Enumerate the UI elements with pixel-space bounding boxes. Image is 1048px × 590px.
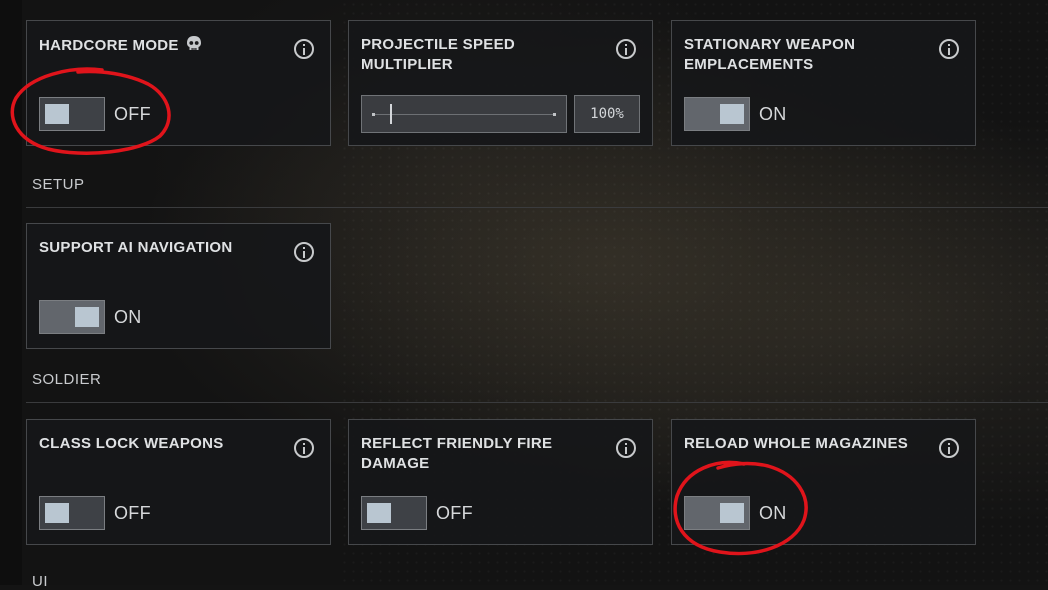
toggle-knob[interactable] <box>75 307 99 327</box>
support-ai-toggle[interactable]: ON <box>39 300 142 334</box>
section-divider <box>26 402 1048 403</box>
info-icon[interactable] <box>616 39 636 59</box>
toggle-state-label: OFF <box>114 502 151 523</box>
slider-rail <box>374 114 554 115</box>
toggle-state-label: ON <box>114 306 142 327</box>
toggle-knob[interactable] <box>720 503 744 523</box>
card-reload-magazines: RELOAD WHOLE MAGAZINES ON <box>671 419 976 545</box>
toggle-knob[interactable] <box>720 104 744 124</box>
card-hardcore-mode: HARDCORE MODE OFF <box>26 20 331 146</box>
section-title-ui: UI <box>32 573 48 590</box>
left-rail <box>0 0 22 585</box>
info-icon[interactable] <box>294 438 314 458</box>
card-title: CLASS LOCK WEAPONS <box>39 435 224 452</box>
toggle-track[interactable] <box>39 300 105 334</box>
card-title: REFLECT FRIENDLY FIRE DAMAGE <box>361 435 553 472</box>
card-stationary-weapon: STATIONARY WEAPON EMPLACEMENTS ON <box>671 20 976 146</box>
toggle-knob[interactable] <box>45 503 69 523</box>
toggle-state-label: ON <box>759 103 787 124</box>
slider-value-display: 100% <box>574 95 640 133</box>
hardcore-mode-toggle[interactable]: OFF <box>39 97 151 131</box>
section-divider <box>26 207 1048 208</box>
toggle-track[interactable] <box>39 496 105 530</box>
slider-max-marker <box>553 113 556 116</box>
section-title-soldier: SOLDIER <box>32 371 102 388</box>
info-icon[interactable] <box>616 438 636 458</box>
card-class-lock: CLASS LOCK WEAPONS OFF <box>26 419 331 545</box>
card-support-ai: SUPPORT AI NAVIGATION ON <box>26 223 331 349</box>
toggle-track[interactable] <box>39 97 105 131</box>
toggle-track[interactable] <box>684 97 750 131</box>
card-reflect-friendly-fire: REFLECT FRIENDLY FIRE DAMAGE OFF <box>348 419 653 545</box>
toggle-state-label: OFF <box>114 103 151 124</box>
toggle-state-label: ON <box>759 502 787 523</box>
toggle-knob[interactable] <box>367 503 391 523</box>
info-icon[interactable] <box>294 39 314 59</box>
toggle-state-label: OFF <box>436 502 473 523</box>
toggle-track[interactable] <box>684 496 750 530</box>
card-title: PROJECTILE SPEED MULTIPLIER <box>361 36 516 73</box>
info-icon[interactable] <box>939 438 959 458</box>
class-lock-toggle[interactable]: OFF <box>39 496 151 530</box>
stationary-weapon-toggle[interactable]: ON <box>684 97 787 131</box>
projectile-speed-slider[interactable] <box>361 95 567 133</box>
reload-magazines-toggle[interactable]: ON <box>684 496 787 530</box>
card-title: HARDCORE MODE <box>39 37 179 54</box>
slider-thumb[interactable] <box>390 104 393 124</box>
info-icon[interactable] <box>939 39 959 59</box>
skull-icon <box>185 35 203 53</box>
toggle-knob[interactable] <box>45 104 69 124</box>
toggle-track[interactable] <box>361 496 427 530</box>
card-projectile-speed: PROJECTILE SPEED MULTIPLIER 100% <box>348 20 653 146</box>
slider-min-marker <box>372 113 375 116</box>
section-title-setup: SETUP <box>32 176 85 193</box>
reflect-friendly-fire-toggle[interactable]: OFF <box>361 496 473 530</box>
card-title: STATIONARY WEAPON EMPLACEMENTS <box>684 36 856 73</box>
info-icon[interactable] <box>294 242 314 262</box>
card-title: SUPPORT AI NAVIGATION <box>39 239 233 256</box>
card-title: RELOAD WHOLE MAGAZINES <box>684 435 909 452</box>
